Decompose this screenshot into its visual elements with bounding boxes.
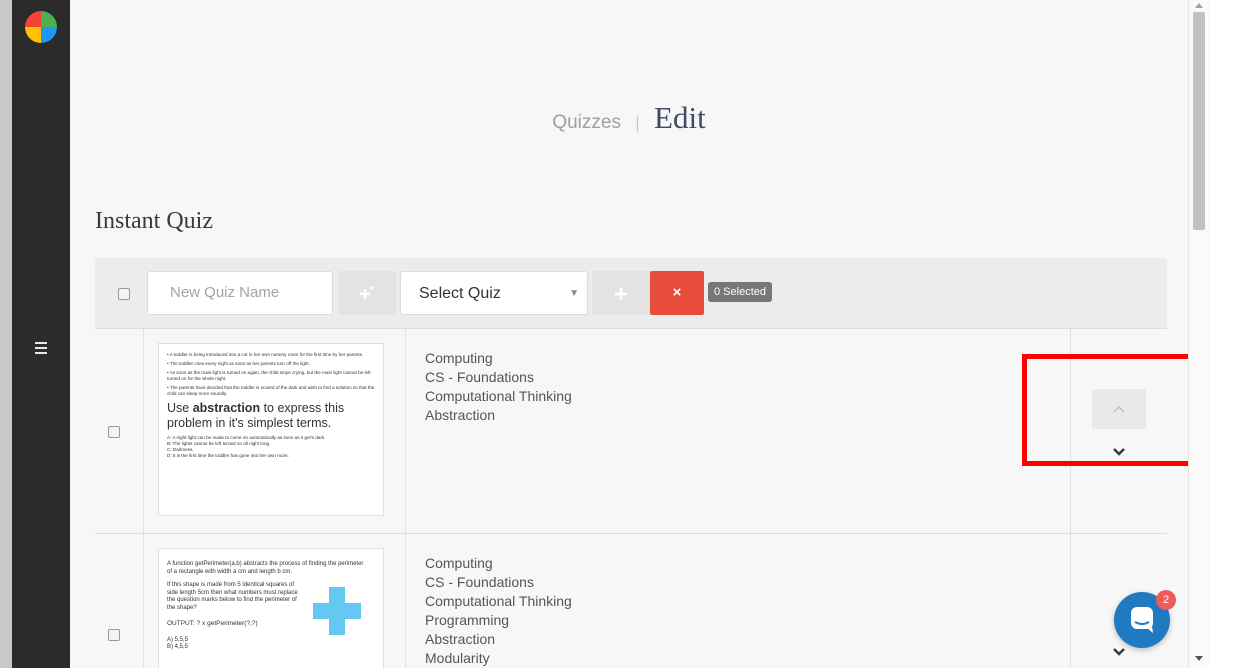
page-title: Edit bbox=[654, 100, 706, 135]
close-icon: × bbox=[672, 284, 682, 301]
scroll-down-arrow-icon[interactable] bbox=[1195, 656, 1203, 662]
tag: CS - Foundations bbox=[425, 369, 534, 385]
hamburger-menu-icon[interactable] bbox=[30, 342, 52, 358]
breadcrumb-separator: | bbox=[635, 115, 640, 132]
select-all-checkbox[interactable] bbox=[118, 288, 130, 300]
question-paragraph: A function getPerimeter(a,b) abstracts t… bbox=[167, 561, 364, 575]
question-paragraph: If this shape is made from 5 identical s… bbox=[167, 582, 298, 611]
question-checkbox[interactable] bbox=[108, 629, 120, 641]
magic-plus-icon bbox=[360, 285, 374, 299]
plus-icon bbox=[615, 287, 627, 300]
question-row: • A toddler is being introduced into a c… bbox=[95, 329, 1167, 534]
tag: Computational Thinking bbox=[425, 388, 572, 404]
app-logo-icon[interactable] bbox=[24, 10, 58, 44]
question-thumbnail[interactable]: • A toddler is being introduced into a c… bbox=[158, 343, 384, 516]
main-content: Quizzes | Edit Instant Quiz New Quiz Nam… bbox=[70, 0, 1188, 668]
tag: Computing bbox=[425, 350, 493, 366]
question-bullet: • The parents have decided that the todd… bbox=[167, 385, 375, 396]
question-tags: Computing CS - Foundations Computational… bbox=[425, 349, 572, 425]
add-to-quiz-button[interactable] bbox=[592, 271, 650, 315]
breadcrumb: Quizzes | Edit bbox=[70, 100, 1188, 136]
tag: Computing bbox=[425, 555, 493, 571]
chat-notification-badge: 2 bbox=[1156, 590, 1176, 610]
answer-option: D: It is the first time the toddler has … bbox=[167, 453, 289, 458]
answer-option: B) 4,5,5 bbox=[167, 644, 189, 650]
chevron-down-icon: ▼ bbox=[569, 288, 579, 299]
new-quiz-name-input[interactable]: New Quiz Name bbox=[147, 271, 333, 315]
tag: Modularity bbox=[425, 650, 490, 666]
quiz-toolbar: New Quiz Name Select Quiz ▼ × 0 Selected bbox=[95, 258, 1167, 329]
vertical-scrollbar[interactable] bbox=[1188, 0, 1211, 668]
tag: Abstraction bbox=[425, 631, 496, 647]
cross-shape-image bbox=[313, 587, 361, 635]
question-prompt: Use abstraction to express this problem … bbox=[167, 401, 345, 430]
select-quiz-value: Select Quiz bbox=[419, 285, 501, 302]
answer-option: A) 5,5,5 bbox=[167, 637, 189, 643]
question-bullet: • A toddler is being introduced into a c… bbox=[167, 352, 364, 357]
window-frame-left bbox=[0, 0, 12, 668]
create-quiz-button[interactable] bbox=[338, 271, 396, 315]
question-bullet: • The toddler cries every night as soon … bbox=[167, 361, 310, 366]
tag: Programming bbox=[425, 612, 510, 628]
sidebar bbox=[12, 0, 70, 668]
select-quiz-dropdown[interactable]: Select Quiz ▼ bbox=[400, 271, 588, 315]
question-bullet: • As soon as the main light is turned on… bbox=[167, 370, 371, 381]
tag: CS - Foundations bbox=[425, 574, 534, 590]
selected-count-badge: 0 Selected bbox=[708, 282, 772, 302]
question-tags: Computing CS - Foundations Computational… bbox=[425, 554, 572, 668]
scrollbar-thumb[interactable] bbox=[1193, 12, 1205, 230]
breadcrumb-quizzes-link[interactable]: Quizzes bbox=[552, 112, 621, 133]
question-row: A function getPerimeter(a,b) abstracts t… bbox=[95, 534, 1167, 668]
delete-selected-button[interactable]: × bbox=[650, 271, 704, 315]
tag: Abstraction bbox=[425, 407, 496, 423]
scroll-up-arrow-icon[interactable] bbox=[1195, 2, 1203, 8]
question-checkbox[interactable] bbox=[108, 426, 120, 438]
window-frame-right bbox=[1210, 0, 1234, 668]
tag: Computational Thinking bbox=[425, 593, 572, 609]
question-thumbnail[interactable]: A function getPerimeter(a,b) abstracts t… bbox=[158, 548, 384, 668]
section-title: Instant Quiz bbox=[95, 208, 213, 234]
